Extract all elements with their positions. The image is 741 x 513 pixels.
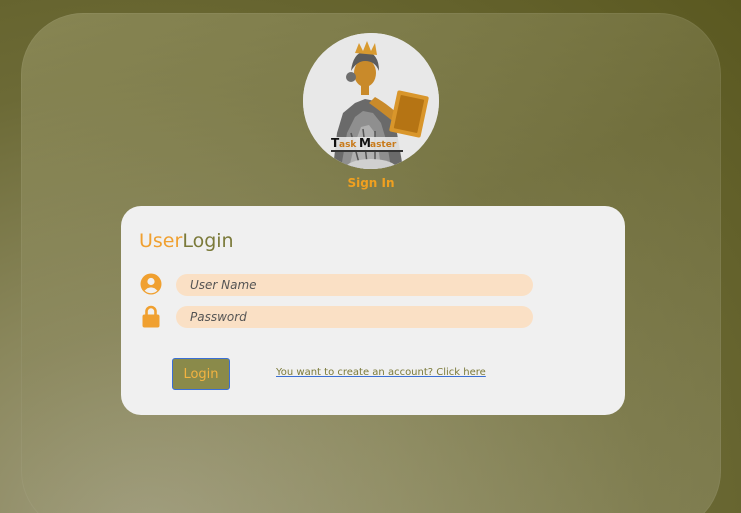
svg-text:aster: aster: [370, 140, 397, 150]
login-button[interactable]: Login: [172, 358, 230, 390]
password-input[interactable]: [176, 306, 533, 328]
username-row: [139, 272, 539, 296]
taskmaster-logo-icon: T ask M aster: [303, 33, 439, 169]
sign-in-caption: Sign In: [347, 176, 395, 190]
user-circle-icon: [139, 272, 163, 296]
create-account-link[interactable]: You want to create an account? Click her…: [276, 367, 486, 378]
title-login-part: Login: [182, 230, 234, 252]
lock-icon: [139, 304, 163, 328]
login-card: UserLogin Login You want to create an ac…: [121, 206, 625, 415]
title-user-part: User: [139, 230, 183, 252]
svg-text:ask: ask: [339, 140, 357, 150]
login-card-title: UserLogin: [139, 230, 234, 252]
password-row: [139, 304, 539, 328]
username-input[interactable]: [176, 274, 533, 296]
